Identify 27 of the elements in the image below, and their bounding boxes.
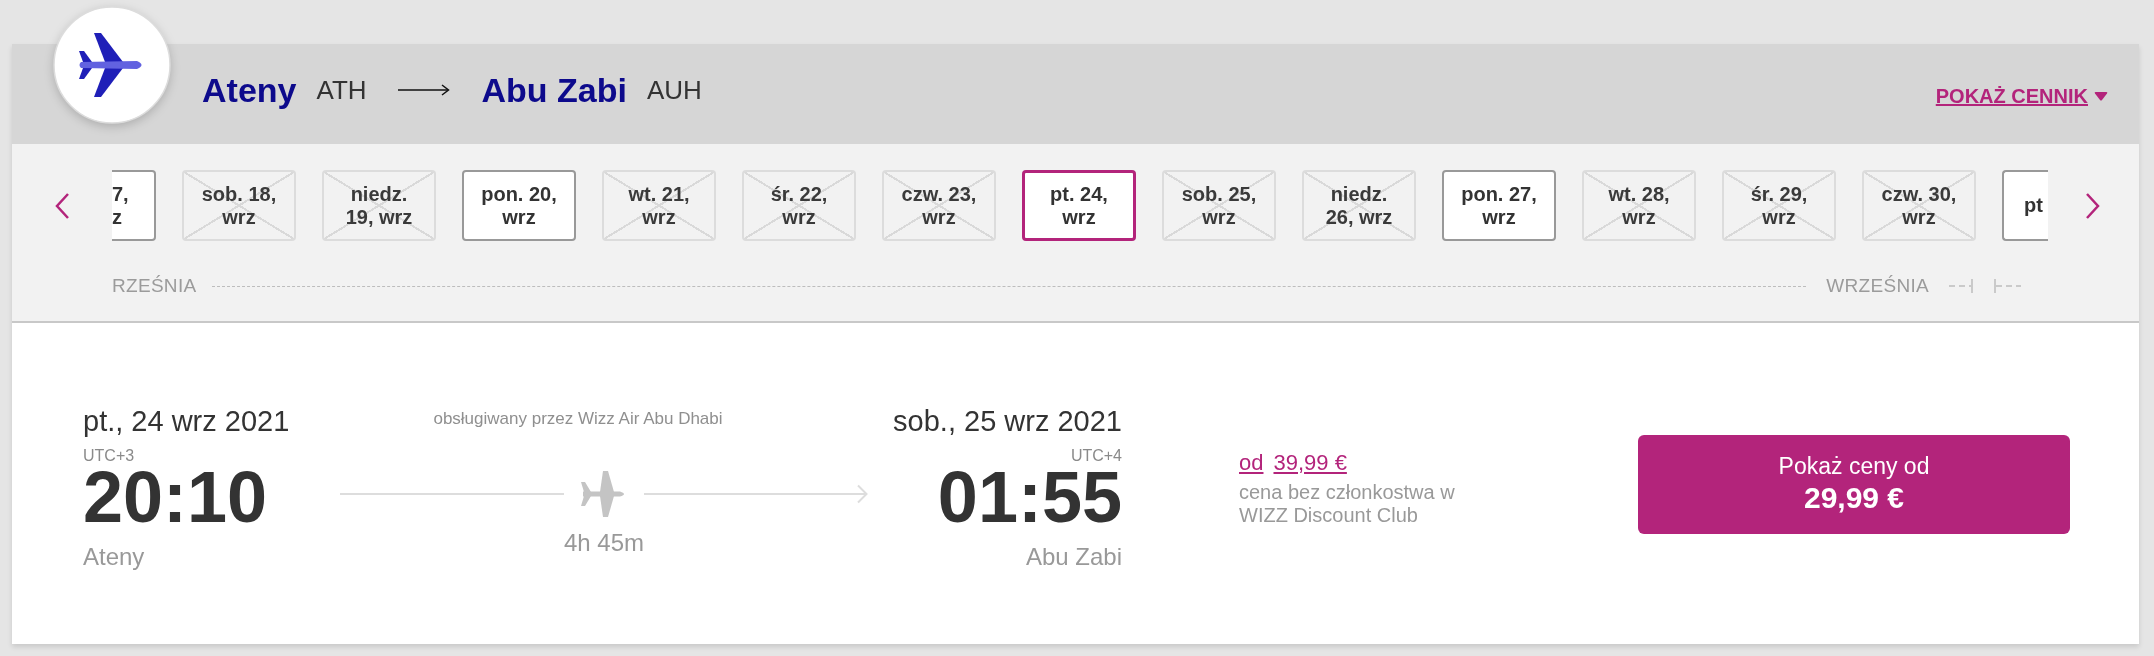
date-button[interactable]: 7, z — [112, 170, 156, 241]
show-prices-button[interactable]: Pokaż ceny od 29,99 € — [1638, 435, 2070, 534]
flight-duration: 4h 45m — [563, 529, 645, 557]
origin-city: Ateny — [202, 70, 297, 110]
destination-code: AUH — [647, 74, 702, 106]
destination-city: Abu Zabi — [481, 70, 627, 110]
date-button[interactable]: pt — [2002, 170, 2048, 241]
show-fares-link[interactable]: POKAŻ CENNIK — [1935, 84, 2108, 108]
price-link[interactable]: 39,99 € — [1273, 450, 1347, 476]
price-note: cena bez członkostwa w WIZZ Discount Club — [1239, 481, 1456, 527]
arrow-right-icon — [397, 83, 450, 97]
chevron-right-icon[interactable] — [2085, 191, 2100, 220]
month-label: RZEŚNIA — [112, 275, 197, 297]
month-label: WRZEŚNIA — [1826, 275, 1929, 297]
date-button[interactable]: pon. 20, wrz — [462, 170, 576, 241]
arrival-date: sob., 25 wrz 2021 — [893, 404, 1122, 439]
arrival-city: Abu Zabi — [1025, 543, 1122, 571]
departure-city: Ateny — [83, 543, 145, 571]
month-boundary-icon — [1949, 278, 2021, 294]
operator-text: obsługiwany przez Wizz Air Abu Dhabi — [433, 409, 723, 429]
date-button[interactable]: pon. 27, wrz — [1442, 170, 1556, 241]
from-label: od — [1239, 450, 1264, 476]
caret-down-icon — [2094, 91, 2108, 101]
origin-code: ATH — [316, 74, 367, 106]
departure-date: pt., 24 wrz 2021 — [83, 404, 290, 439]
chevron-left-icon[interactable] — [55, 191, 70, 220]
date-button[interactable]: pt. 24, wrz — [1022, 170, 1136, 241]
